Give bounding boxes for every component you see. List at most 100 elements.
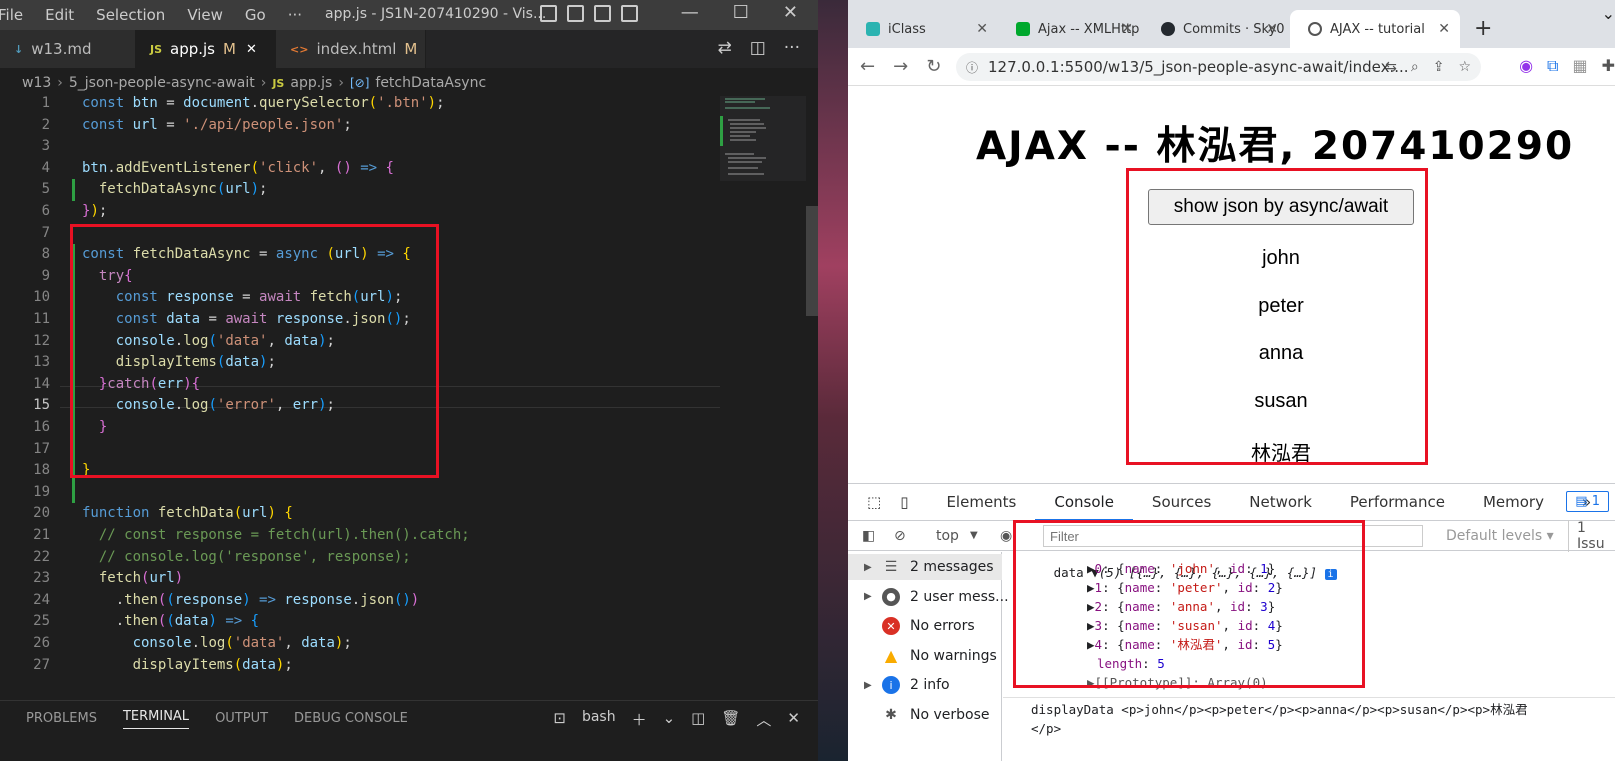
breadcrumb-folder[interactable]: w13 [22, 75, 51, 91]
browser-tab[interactable]: iClass ✕ [848, 10, 998, 48]
issues-badge[interactable]: ▤ 1 [1566, 491, 1609, 512]
console-sidebar-item[interactable]: ▲ No warnings [848, 643, 1002, 669]
close-panel-icon[interactable]: ✕ [787, 709, 800, 730]
array-entry[interactable]: ▶3: {name: 'susan', id: 4} [1087, 616, 1283, 635]
compare-icon[interactable]: ⇄ [717, 38, 731, 58]
array-entry[interactable]: ▶2: {name: 'anna', id: 3} [1087, 597, 1275, 616]
expand-triangle-icon[interactable]: ▶ [864, 562, 872, 573]
menu-item[interactable]: Go [245, 6, 266, 24]
minimize-icon[interactable]: — [681, 2, 699, 23]
code-line[interactable]: 2 const url = './api/people.json'; [0, 115, 720, 137]
close-tab-icon[interactable]: ✕ [976, 21, 988, 37]
tab-index-html[interactable]: <> index.html M [276, 30, 426, 68]
url-field[interactable]: ⓘ 127.0.0.1:5500/w13/5_json-people-async… [956, 53, 1481, 81]
extension-icon[interactable]: ◉ [1519, 56, 1533, 76]
tab-memory[interactable]: Memory [1464, 483, 1563, 521]
toggle-sidebar-icon[interactable] [540, 5, 557, 22]
translate-extension-icon[interactable]: ⧉ [1547, 56, 1558, 76]
chevron-down-icon[interactable]: ⌄ [663, 709, 676, 730]
code-line[interactable]: 25 .then((data) => { [0, 611, 720, 633]
code-line[interactable]: 21 // const response = fetch(url).then()… [0, 525, 720, 547]
share-icon[interactable]: ⇪ [1433, 59, 1445, 75]
breadcrumb-file[interactable]: app.js [290, 75, 332, 91]
code-line[interactable]: 11 const data = await response.json(); [0, 309, 720, 331]
code-line[interactable]: 10 const response = await fetch(url); [0, 287, 720, 309]
browser-tab-active[interactable]: AJAX -- tutorial ✕ [1290, 10, 1460, 48]
split-terminal-icon[interactable]: ◫ [691, 709, 705, 730]
tab-problems[interactable]: PROBLEMS [26, 711, 97, 726]
close-tab-icon[interactable]: ✕ [1266, 21, 1278, 37]
extension-icon[interactable]: ▦ [1572, 56, 1587, 76]
zoom-icon[interactable]: ⌕ [1411, 59, 1419, 75]
code-line[interactable]: 17 [0, 439, 720, 461]
code-line[interactable]: 7 [0, 223, 720, 245]
editor-scrollbar[interactable] [806, 96, 818, 676]
breadcrumb-symbol[interactable]: fetchDataAsync [375, 75, 486, 91]
issues-button[interactable]: 1 Issu [1568, 519, 1615, 552]
console-sidebar-item[interactable]: ✕ No errors [848, 613, 1002, 639]
prototype-property[interactable]: ▶[[Prototype]]: Array(0) [1087, 673, 1268, 692]
code-line[interactable]: 8 const fetchDataAsync = async (url) => { [0, 244, 720, 266]
tab-terminal[interactable]: TERMINAL [122, 709, 190, 729]
tab-elements[interactable]: Elements [927, 483, 1035, 521]
code-line[interactable]: 1 const btn = document.querySelector('.bt… [0, 96, 720, 115]
back-icon[interactable]: ← [860, 56, 875, 77]
code-line[interactable]: 24 .then((response) => response.json()) [0, 590, 720, 612]
menu-item[interactable]: Selection [96, 6, 165, 24]
terminal-shell-label[interactable]: bash [582, 709, 616, 730]
browser-tab[interactable]: Ajax -- XMLHttp ✕ [998, 10, 1143, 48]
code-line[interactable]: 13 displayItems(data); [0, 352, 720, 374]
console-sidebar-item[interactable]: ▶ i 2 info [848, 672, 1002, 698]
tab-debug-console[interactable]: DEBUG CONSOLE [294, 711, 408, 726]
puzzle-icon[interactable]: ✚ [1602, 56, 1615, 76]
code-line[interactable]: 15 console.log('error', err); [0, 395, 720, 417]
code-line[interactable]: 20 function fetchData(url) { [0, 503, 720, 525]
code-editor[interactable]: 1 const btn = document.querySelector('.bt… [0, 96, 818, 676]
new-terminal-icon[interactable]: ＋ [632, 709, 647, 730]
code-line[interactable]: 4 btn.addEventListener('click', () => { [0, 158, 720, 180]
sidebar-toggle-icon[interactable]: ◧ [862, 528, 875, 544]
device-toggle-icon[interactable]: ▯ [900, 483, 927, 521]
code-line[interactable]: 18} [0, 460, 720, 482]
tab-network[interactable]: Network [1230, 483, 1331, 521]
array-entry[interactable]: ▶0: {name: 'john', id: 1} [1087, 559, 1275, 578]
minimap[interactable] [720, 96, 810, 676]
breadcrumb-folder[interactable]: 5_json-people-async-await [69, 75, 255, 91]
reload-icon[interactable]: ↻ [926, 56, 941, 77]
menu-item[interactable]: View [187, 6, 223, 24]
menu-item[interactable]: File [0, 6, 23, 24]
log-levels-select[interactable]: Default levels ▾ [1446, 528, 1554, 544]
close-tab-icon[interactable]: ✕ [1438, 21, 1450, 37]
close-tab-icon[interactable]: ✕ [1121, 21, 1133, 37]
maximize-panel-icon[interactable]: ︿ [756, 709, 771, 730]
bookmark-star-icon[interactable]: ☆ [1458, 59, 1471, 75]
split-editor-icon[interactable]: ◫ [750, 38, 766, 58]
code-line[interactable]: 16 } [0, 417, 720, 439]
code-line[interactable]: 27 displayItems(data); [0, 655, 720, 676]
translate-icon[interactable]: ⇆ [1385, 59, 1397, 75]
tab-output[interactable]: OUTPUT [215, 711, 268, 726]
eye-icon[interactable]: ◉ [1000, 528, 1012, 544]
expand-triangle-icon[interactable]: ▶ [864, 591, 872, 602]
clear-console-icon[interactable]: ⊘ [894, 528, 906, 544]
code-line[interactable]: 3 [0, 136, 720, 158]
tab-console[interactable]: Console [1035, 483, 1133, 521]
show-json-button[interactable]: show json by async/await [1148, 189, 1414, 225]
context-select[interactable]: top [936, 528, 959, 544]
code-line[interactable]: 23 fetch(url) [0, 568, 720, 590]
code-line[interactable]: 22 // console.log('response', response); [0, 547, 720, 569]
toggle-panel-icon[interactable] [567, 5, 584, 22]
toggle-secondary-icon[interactable] [594, 5, 611, 22]
console-sidebar-item[interactable]: ✱ No verbose [848, 702, 1002, 728]
browser-tab[interactable]: Commits · Sky0 ✕ [1143, 10, 1288, 48]
trash-icon[interactable]: 🗑 [721, 709, 740, 730]
new-tab-icon[interactable]: + [1474, 16, 1492, 41]
customize-layout-icon[interactable] [621, 5, 638, 22]
scrollbar-thumb[interactable] [806, 206, 818, 316]
info-icon[interactable]: ⓘ [966, 59, 978, 76]
code-line[interactable]: 14 }catch(err){ [0, 374, 720, 396]
more-actions-icon[interactable]: ··· [784, 38, 800, 58]
tab-w13-md[interactable]: ↓ w13.md [0, 30, 136, 68]
maximize-icon[interactable]: ☐ [733, 2, 749, 23]
chevron-down-icon[interactable]: ▼ [970, 530, 978, 541]
